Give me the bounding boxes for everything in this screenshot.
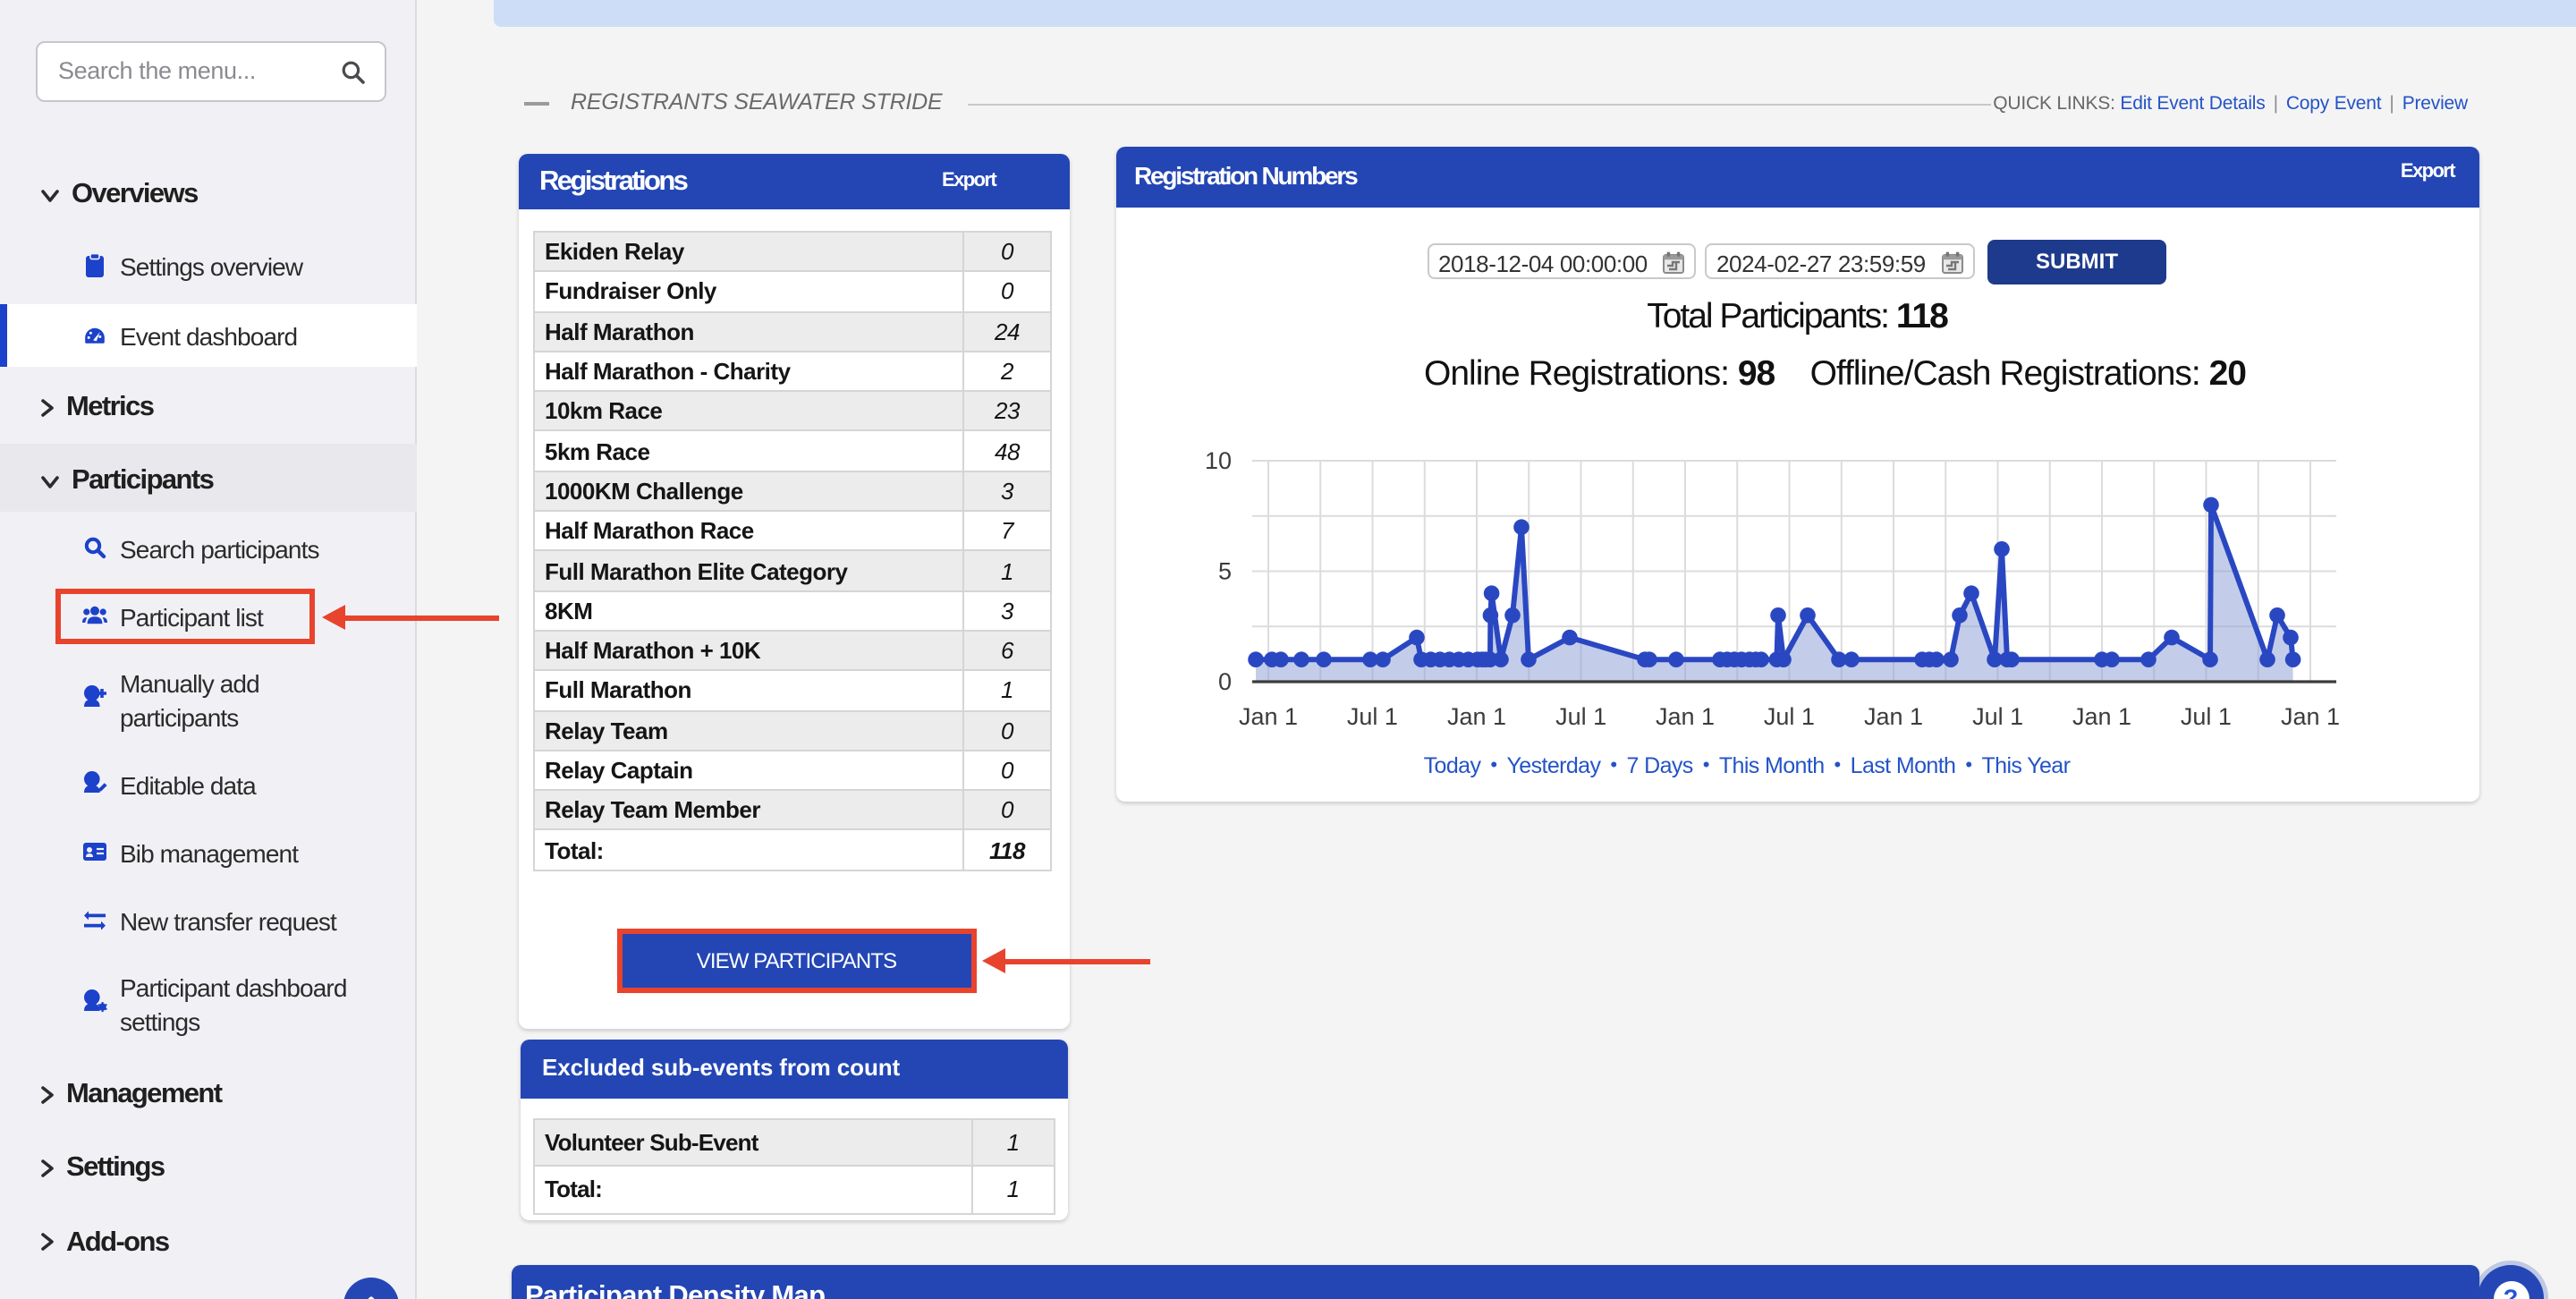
svg-text:Jul 1: Jul 1: [1555, 703, 1606, 730]
svg-text:Jan 1: Jan 1: [2072, 703, 2131, 730]
svg-text:0: 0: [1217, 668, 1231, 695]
svg-text:Jul 1: Jul 1: [2180, 703, 2231, 730]
svg-text:5: 5: [1217, 558, 1231, 585]
svg-text:Jul 1: Jul 1: [1346, 703, 1397, 730]
svg-text:Jul 1: Jul 1: [1763, 703, 1814, 730]
svg-text:Jan 1: Jan 1: [1863, 703, 1922, 730]
svg-text:Jul 1: Jul 1: [1971, 703, 2022, 730]
svg-text:Jan 1: Jan 1: [2280, 703, 2339, 730]
svg-text:10: 10: [1204, 447, 1231, 474]
svg-text:Jan 1: Jan 1: [1655, 703, 1714, 730]
svg-text:Jan 1: Jan 1: [1446, 703, 1505, 730]
svg-text:Jan 1: Jan 1: [1238, 703, 1297, 730]
